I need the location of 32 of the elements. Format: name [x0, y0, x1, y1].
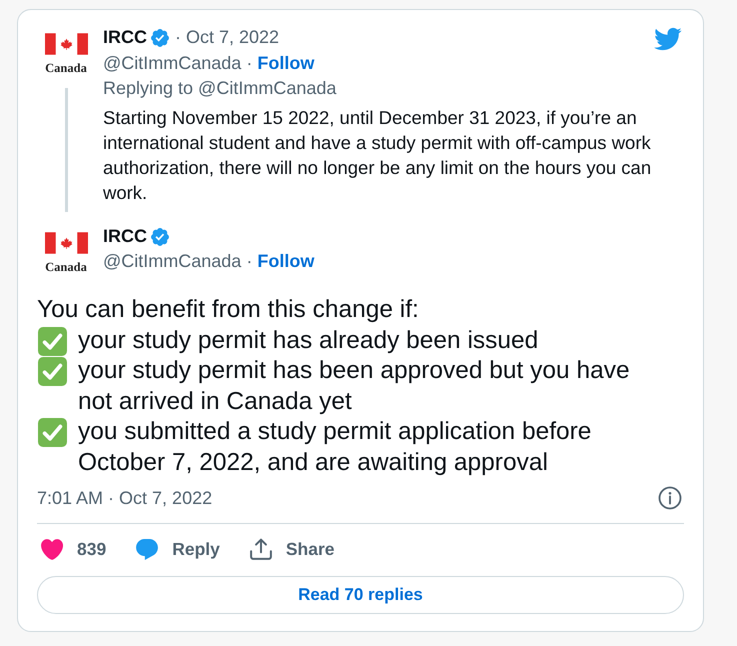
timestamp[interactable]: 7:01 AM · Oct 7, 2022	[37, 487, 212, 509]
separator: ·	[246, 250, 252, 273]
avatar-wordmark: Canada	[45, 261, 87, 274]
post-date[interactable]: Oct 7, 2022	[186, 24, 280, 51]
check-mark-icon	[38, 357, 67, 386]
author-handle[interactable]: @CitImmCanada	[103, 50, 242, 77]
info-icon[interactable]	[658, 486, 682, 510]
separator: ·	[246, 52, 252, 75]
list-item-text: you submitted a study permit application before October 7, 2022, and are awaiting approval	[78, 417, 592, 478]
replying-to: Replying to @CitImmCanada	[103, 77, 338, 100]
quoted-tweet-text: Starting November 15 2022, until December 31 2023, if you’re an international student and have a study permit with off-campus work authorization, there will no longer be any limit on the hours you can work.	[103, 106, 652, 205]
bird-icon[interactable]	[653, 27, 682, 51]
read-replies-button[interactable]: Read 70 replies	[37, 576, 684, 614]
heart-icon	[41, 538, 63, 560]
arrow-up-tray-icon	[250, 538, 272, 560]
flag-icon	[44, 33, 88, 55]
flag-icon	[44, 232, 88, 254]
separator: ·	[175, 26, 181, 49]
author-name[interactable]: IRCC	[103, 223, 147, 250]
speech-bubble-icon	[136, 538, 158, 560]
tweet-text: You can benefit from this change if:	[37, 295, 420, 325]
share-button[interactable]: Share	[250, 536, 334, 562]
follow-link[interactable]: Follow	[257, 50, 314, 77]
reply-button[interactable]: Reply	[136, 536, 220, 562]
list-item-text: your study permit has already been issued	[78, 326, 540, 356]
avatar-wordmark: Canada	[45, 62, 87, 74]
author-handle[interactable]: @CitImmCanada	[103, 248, 242, 275]
follow-link[interactable]: Follow	[257, 248, 314, 275]
author-name[interactable]: IRCC	[103, 24, 147, 51]
check-mark-icon	[38, 418, 67, 447]
check-mark-icon	[38, 326, 67, 356]
like-button[interactable]: 839	[41, 536, 106, 562]
